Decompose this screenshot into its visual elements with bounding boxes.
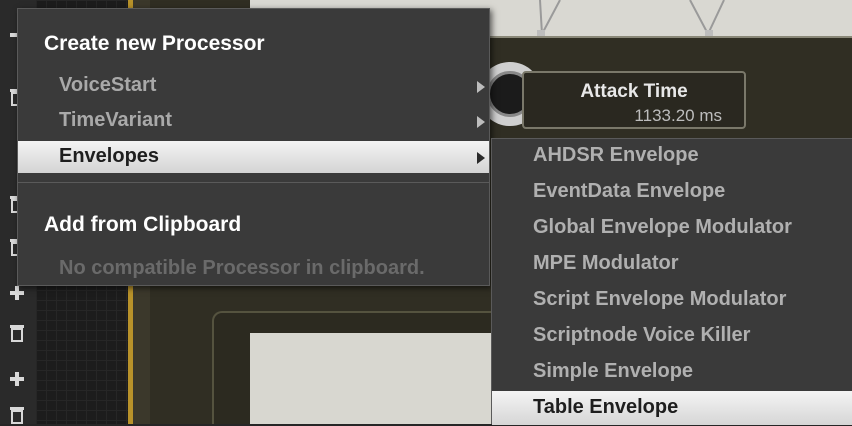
trash-icon[interactable] [6, 322, 28, 344]
submenu-item-label: Table Envelope [533, 396, 679, 418]
submenu-item-label: Global Envelope Modulator [533, 216, 792, 238]
submenu-item-table-envelope[interactable]: Table Envelope [492, 391, 852, 425]
menu-header-create: Create new Processor [44, 32, 265, 55]
submenu-item-global-envelope-modulator[interactable]: Global Envelope Modulator [492, 211, 852, 245]
submenu-item-simple-envelope[interactable]: Simple Envelope [492, 355, 852, 389]
submenu-item-ahdsr-envelope[interactable]: AHDSR Envelope [492, 139, 852, 173]
submenu-item-script-envelope-modulator[interactable]: Script Envelope Modulator [492, 283, 852, 317]
menu-item-timevariant[interactable]: TimeVariant [18, 105, 489, 137]
plus-icon[interactable] [6, 368, 28, 390]
menu-item-label: VoiceStart [59, 74, 157, 96]
menu-item-clipboard-empty: No compatible Processor in clipboard. [59, 257, 425, 279]
menu-header-clipboard: Add from Clipboard [44, 213, 242, 236]
submenu-item-label: Simple Envelope [533, 360, 694, 382]
submenu-item-mpe-modulator[interactable]: MPE Modulator [492, 247, 852, 281]
submenu-item-label: Script Envelope Modulator [533, 288, 787, 310]
submenu-item-label: MPE Modulator [533, 252, 679, 274]
slider-value: 1133.20 ms [634, 106, 722, 125]
attack-time-slider[interactable]: Attack Time 1133.20 ms [522, 71, 746, 129]
submenu-arrow-icon [477, 152, 485, 164]
submenu-item-scriptnode-voice-killer[interactable]: Scriptnode Voice Killer [492, 319, 852, 353]
submenu-item-label: EventData Envelope [533, 180, 726, 202]
menu-item-label: TimeVariant [59, 109, 173, 131]
submenu-item-eventdata-envelope[interactable]: EventData Envelope [492, 175, 852, 209]
envelopes-submenu: AHDSR Envelope EventData Envelope Global… [491, 138, 852, 425]
submenu-arrow-icon [477, 116, 485, 128]
menu-separator [18, 182, 489, 183]
menu-item-label: Envelopes [59, 145, 160, 167]
menu-item-envelopes[interactable]: Envelopes [18, 141, 489, 173]
context-menu: Create new Processor VoiceStart TimeVari… [17, 8, 490, 286]
trash-icon[interactable] [6, 404, 28, 426]
submenu-arrow-icon [477, 81, 485, 93]
submenu-item-label: AHDSR Envelope [533, 144, 699, 166]
submenu-item-label: Scriptnode Voice Killer [533, 324, 751, 346]
slider-label: Attack Time [580, 81, 688, 102]
menu-item-voicestart[interactable]: VoiceStart [18, 70, 489, 102]
